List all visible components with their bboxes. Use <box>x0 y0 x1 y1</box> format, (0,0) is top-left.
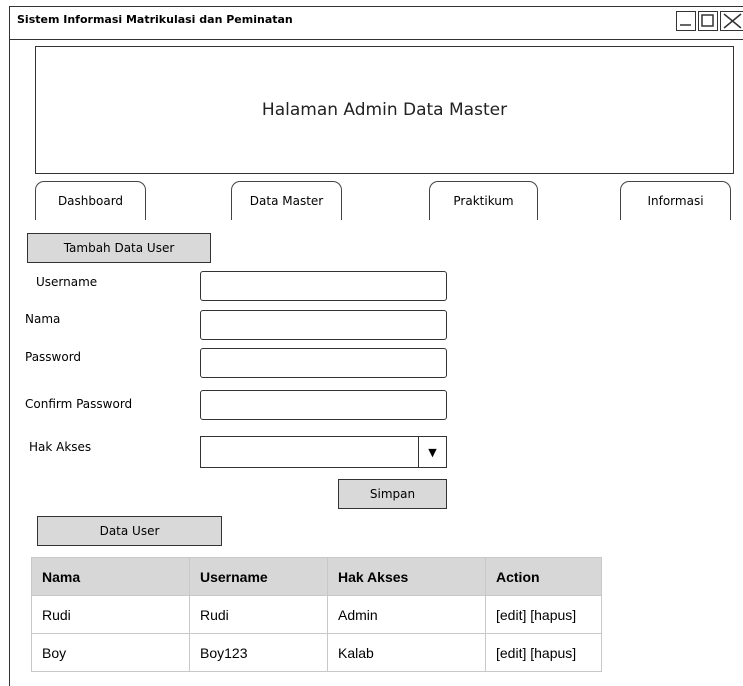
minimize-icon <box>680 24 691 26</box>
dropdown-arrow-icon[interactable]: ▼ <box>418 436 447 468</box>
cell-action-links[interactable]: [edit] [hapus] <box>485 595 602 634</box>
cell-action-links[interactable]: [edit] [hapus] <box>485 633 602 672</box>
tab-praktikum[interactable]: Praktikum <box>429 181 538 220</box>
minimize-button[interactable] <box>676 11 696 31</box>
maximize-button[interactable] <box>698 11 718 31</box>
simpan-button[interactable]: Simpan <box>338 479 447 509</box>
hak-akses-select[interactable] <box>200 436 447 468</box>
cell-username: Boy123 <box>189 633 328 672</box>
column-header: Action <box>485 557 602 596</box>
table-row: Rudi Rudi Admin [edit] [hapus] <box>31 595 602 634</box>
cell-username: Rudi <box>189 595 328 634</box>
password-input[interactable] <box>200 348 447 378</box>
cell-nama: Rudi <box>31 595 190 634</box>
username-label: Username <box>36 275 98 289</box>
column-header: Hak Akses <box>327 557 486 596</box>
tab-informasi[interactable]: Informasi <box>620 181 731 220</box>
confirm-password-label: Confirm Password <box>25 397 133 411</box>
page-heading: Halaman Admin Data Master <box>261 100 508 120</box>
cell-hak-akses: Admin <box>327 595 486 634</box>
password-label: Password <box>25 350 82 364</box>
close-button[interactable] <box>720 11 743 31</box>
nama-label: Nama <box>25 312 61 326</box>
tab-data-master[interactable]: Data Master <box>231 181 342 220</box>
cell-nama: Boy <box>31 633 190 672</box>
hak-akses-label: Hak Akses <box>29 440 92 454</box>
tab-dashboard[interactable]: Dashboard <box>35 181 146 220</box>
add-user-section-title: Tambah Data User <box>27 233 211 263</box>
nama-input[interactable] <box>200 310 447 340</box>
maximize-icon <box>701 14 714 27</box>
table-row: Boy Boy123 Kalab [edit] [hapus] <box>31 633 602 672</box>
window-title: Sistem Informasi Matrikulasi dan Peminat… <box>17 13 293 26</box>
column-header: Username <box>189 557 328 596</box>
column-header: Nama <box>31 557 190 596</box>
confirm-password-input[interactable] <box>200 390 447 420</box>
user-list-section-title: Data User <box>37 516 222 546</box>
username-input[interactable] <box>200 271 447 301</box>
user-table: Nama Username Hak Akses Action Rudi Rudi… <box>31 557 602 672</box>
close-icon <box>723 13 742 29</box>
cell-hak-akses: Kalab <box>327 633 486 672</box>
table-header-row: Nama Username Hak Akses Action <box>31 557 602 596</box>
